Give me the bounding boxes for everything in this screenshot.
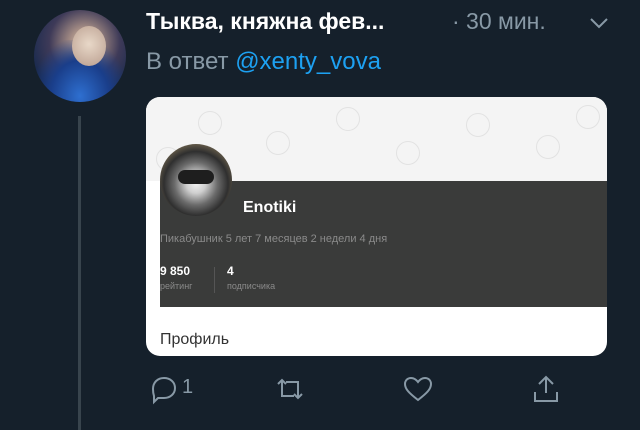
heart-icon[interactable] — [401, 372, 435, 406]
stat-followers-value: 4 — [227, 264, 234, 278]
stat-divider — [214, 267, 215, 293]
link-preview-card[interactable]: Enotiki Пикабушник 5 лет 7 месяцев 2 нед… — [146, 97, 607, 356]
comment-icon[interactable] — [146, 372, 180, 406]
profile-tab: Профиль — [160, 331, 230, 348]
raccoon-mask — [178, 170, 214, 184]
avatar-face — [72, 26, 106, 66]
author-name[interactable]: Тыква, княжна фев... — [146, 8, 384, 35]
stat-followers-label: подписчика — [227, 281, 276, 291]
profile-name: Enotiki — [243, 199, 297, 216]
chevron-down-icon[interactable] — [586, 10, 612, 36]
retweet-icon[interactable] — [272, 372, 308, 406]
reply-context: В ответ @xenty_vova — [146, 48, 381, 76]
tweet-time[interactable]: · 30 мин. — [452, 8, 546, 35]
share-icon[interactable] — [529, 372, 563, 406]
profile-avatar — [160, 144, 232, 216]
user-avatar[interactable] — [34, 10, 126, 102]
reply-mention-link[interactable]: @xenty_vova — [235, 48, 381, 75]
thread-line — [78, 116, 81, 430]
member-since: Пикабушник 5 лет 7 месяцев 2 недели 4 дн… — [160, 233, 388, 245]
reply-prefix: В ответ — [146, 48, 229, 75]
stat-rating-value: 9 850 — [160, 264, 191, 278]
stat-rating-label: рейтинг — [160, 281, 193, 291]
reply-count: 1 — [182, 376, 194, 398]
